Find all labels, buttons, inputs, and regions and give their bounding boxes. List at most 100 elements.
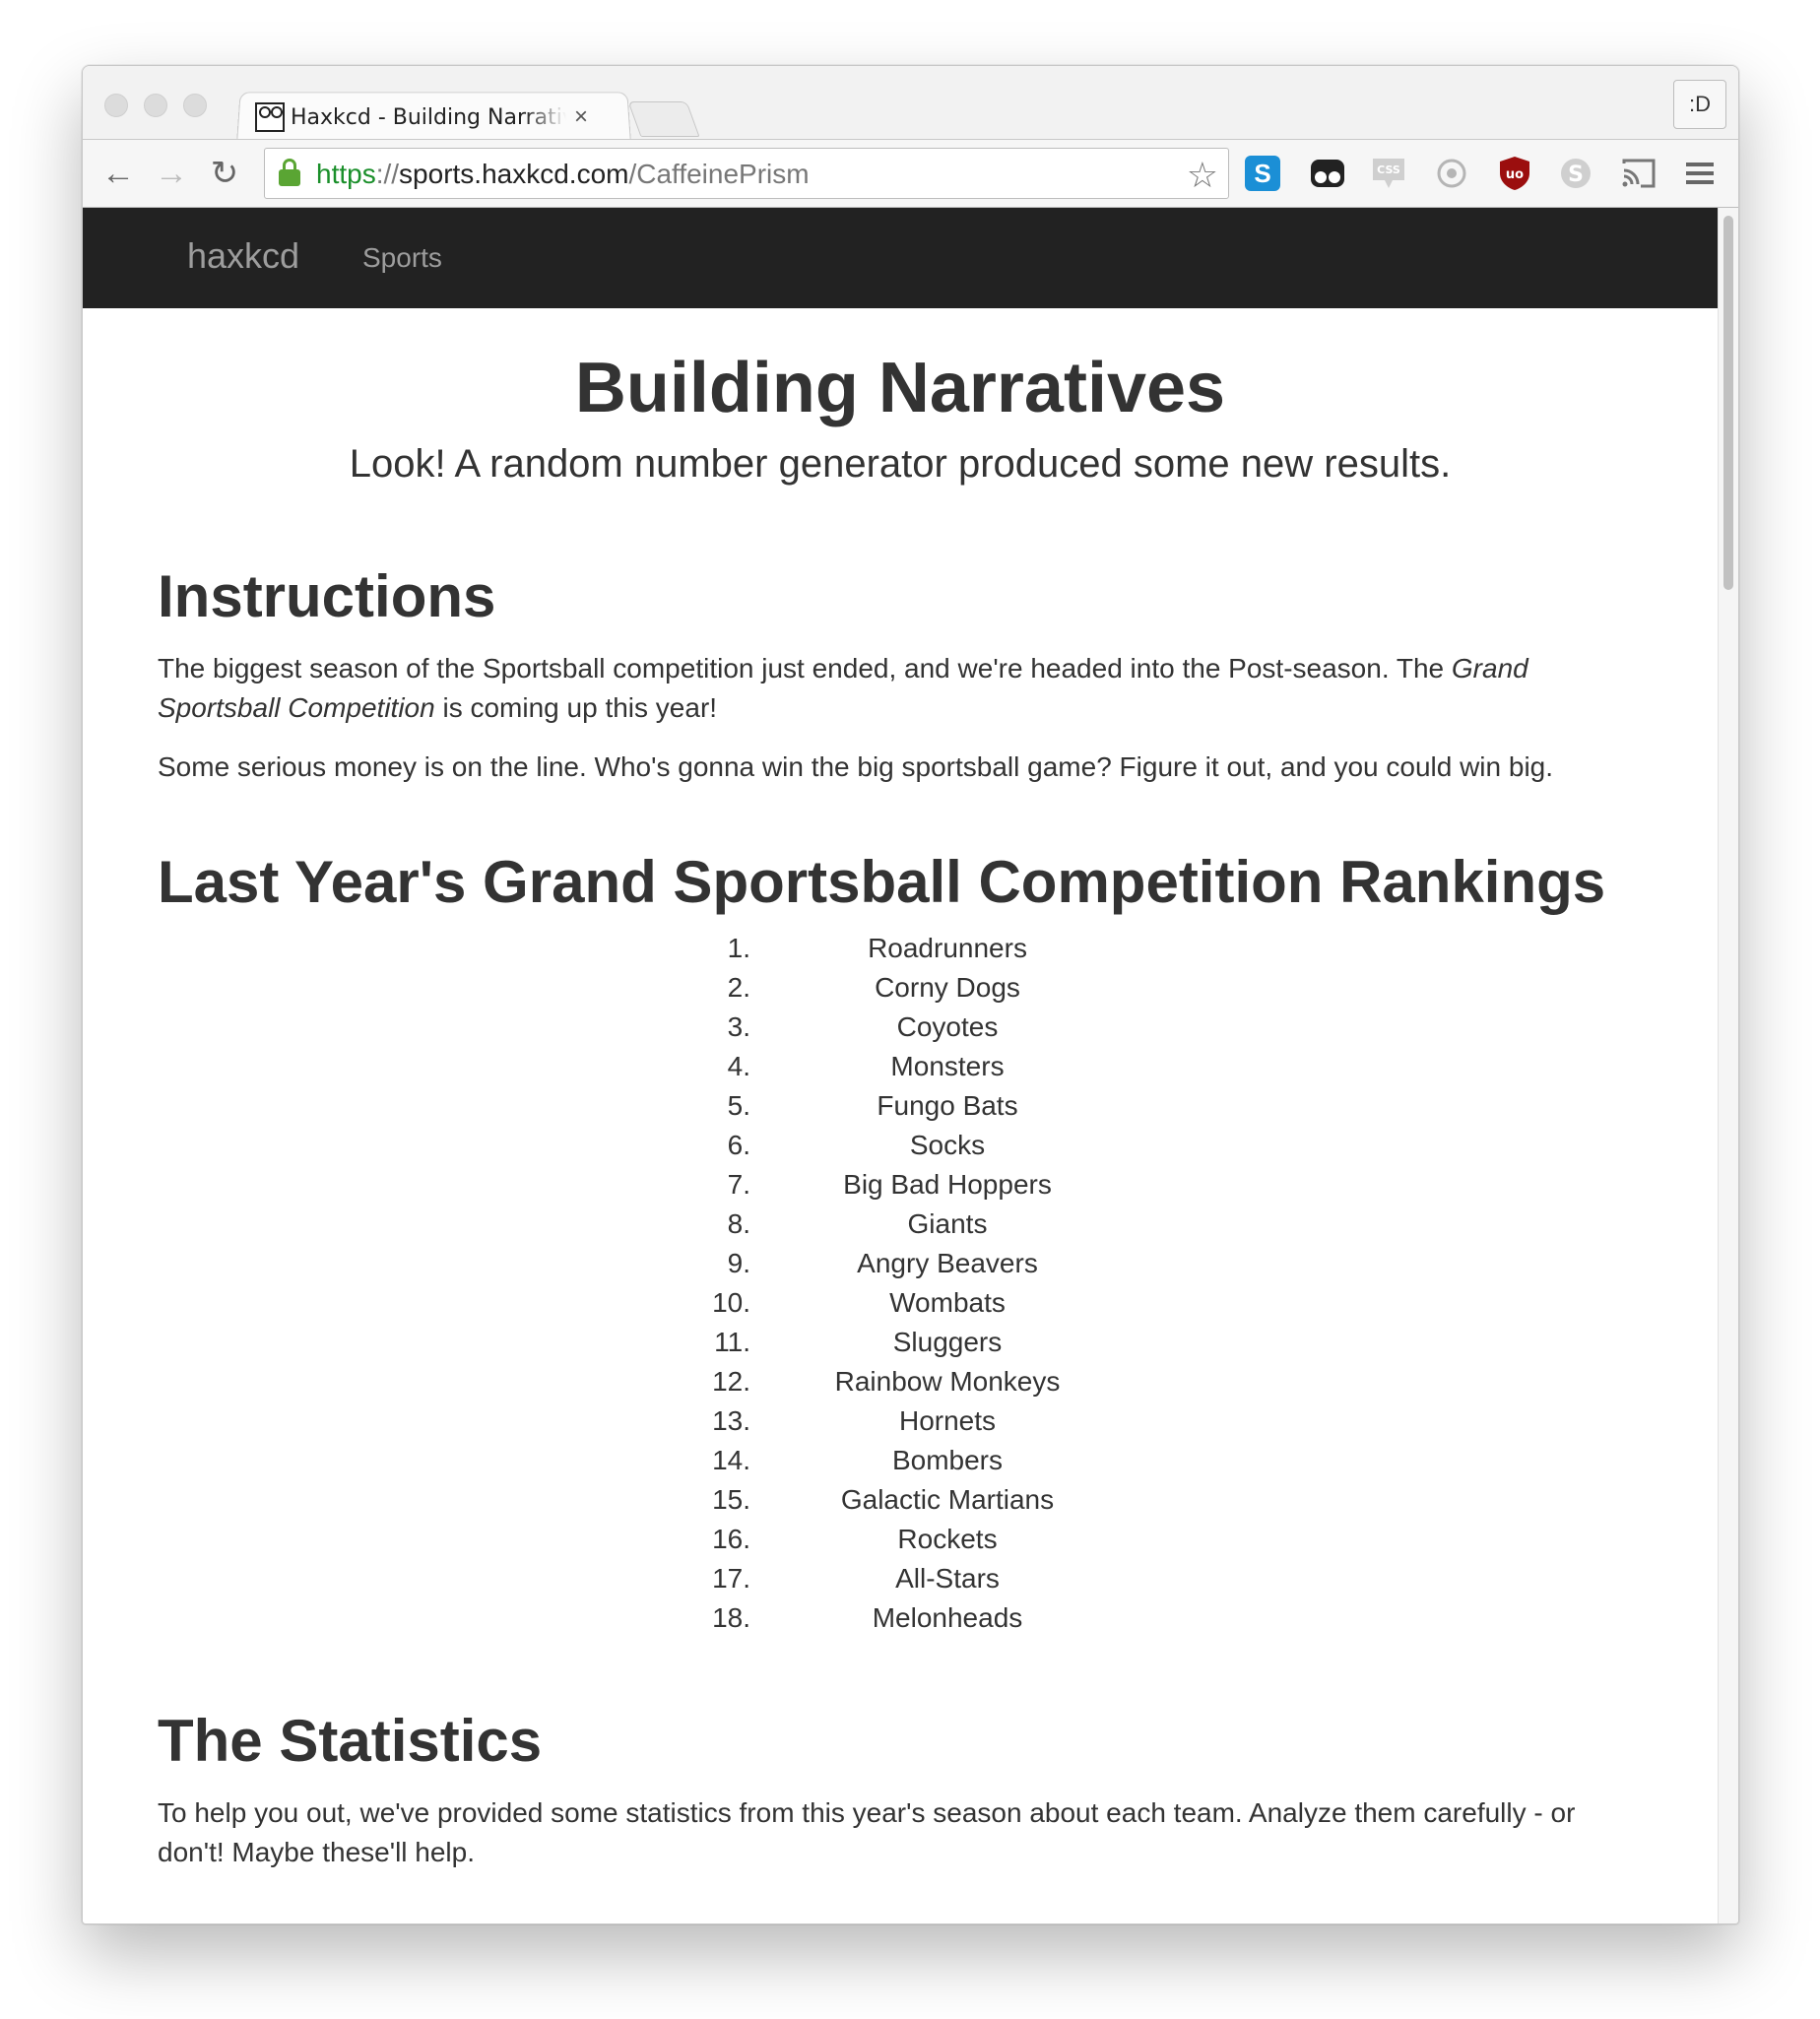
- team-name: Roadrunners: [868, 933, 1027, 964]
- team-name: Sluggers: [892, 1327, 1003, 1358]
- skype-s-icon[interactable]: S: [1245, 156, 1280, 191]
- forward-icon[interactable]: →: [152, 154, 191, 193]
- page-lead: Look! A random number generator produced…: [349, 442, 1452, 487]
- team-name: Monsters: [890, 1051, 1005, 1082]
- url-host: sports.haxkcd.com: [399, 159, 629, 189]
- rank-number: 18.: [712, 1602, 750, 1634]
- table-row: 11. Sluggers: [656, 1323, 1144, 1362]
- rank-number: 7.: [727, 1169, 750, 1201]
- menu-icon[interactable]: [1680, 154, 1720, 193]
- rank-number: 6.: [727, 1130, 750, 1161]
- svg-text:S: S: [1568, 163, 1584, 187]
- table-row: 15. Galactic Martians: [656, 1480, 1144, 1520]
- team-name: Fungo Bats: [877, 1090, 1018, 1122]
- profile-button[interactable]: :D: [1673, 80, 1726, 129]
- tab-title: Haxkcd - Building Narratives: [291, 104, 566, 130]
- team-name: Giants: [907, 1208, 988, 1240]
- cast-icon[interactable]: [1619, 154, 1658, 193]
- table-row: 13. Hornets: [656, 1401, 1144, 1441]
- team-name: Bombers: [891, 1445, 1004, 1476]
- rank-number: 3.: [727, 1011, 750, 1043]
- zoom-window-button[interactable]: [183, 94, 207, 117]
- table-row: 18. Melonheads: [656, 1598, 1144, 1638]
- scrollbar-thumb[interactable]: [1723, 216, 1733, 590]
- browser-window: Haxkcd - Building Narratives × :D ← → ↻ …: [82, 65, 1739, 1924]
- team-name: Coyotes: [896, 1011, 999, 1043]
- back-icon[interactable]: ←: [98, 154, 138, 193]
- tab-close-icon[interactable]: ×: [574, 103, 588, 131]
- tab-strip: Haxkcd - Building Narratives × :D: [83, 66, 1738, 141]
- active-tab-content[interactable]: Haxkcd - Building Narratives ×: [255, 98, 619, 137]
- team-name: Hornets: [898, 1405, 997, 1437]
- instructions-text: The biggest season of the Sportsball com…: [158, 653, 1452, 684]
- lock-icon: [279, 159, 300, 186]
- team-name: Rainbow Monkeys: [834, 1366, 1061, 1398]
- rank-number: 14.: [712, 1445, 750, 1476]
- table-row: 17. All-Stars: [656, 1559, 1144, 1598]
- table-row: 4. Monsters: [656, 1047, 1144, 1086]
- main-content: Building Narratives Look! A random numbe…: [83, 308, 1718, 1872]
- rank-number: 15.: [712, 1484, 750, 1516]
- url-scheme: https: [316, 159, 376, 189]
- team-name: Corny Dogs: [875, 972, 1020, 1004]
- rank-number: 12.: [712, 1366, 750, 1398]
- svg-text:uo: uo: [1506, 167, 1524, 182]
- team-name: All-Stars: [895, 1563, 1000, 1595]
- instructions-paragraph-1: The biggest season of the Sportsball com…: [158, 649, 1643, 728]
- table-row: 14. Bombers: [656, 1441, 1144, 1480]
- url-separator: ://: [375, 159, 400, 189]
- close-window-button[interactable]: [104, 94, 128, 117]
- browser-toolbar: ← → ↻ https://sports.haxkcd.com/Caffeine…: [83, 139, 1738, 208]
- rankings-heading: Last Year's Grand Sportsball Competition…: [158, 849, 1606, 916]
- statistics-paragraph: To help you out, we've provided some sta…: [158, 1797, 1576, 1868]
- haxkcd-favicon-icon: [255, 102, 285, 132]
- address-bar[interactable]: https://sports.haxkcd.com/CaffeinePrism …: [264, 148, 1229, 199]
- rank-number: 10.: [712, 1287, 750, 1319]
- ublock-icon[interactable]: uo: [1495, 154, 1534, 193]
- table-row: 7. Big Bad Hoppers: [656, 1165, 1144, 1205]
- new-tab-button[interactable]: [627, 101, 700, 137]
- vertical-scrollbar[interactable]: [1718, 208, 1738, 1923]
- team-name: Rockets: [897, 1524, 998, 1555]
- reload-icon[interactable]: ↻: [205, 154, 244, 193]
- navbar-link-sports[interactable]: Sports: [362, 242, 442, 274]
- ghostery-icon[interactable]: [1308, 154, 1347, 193]
- css-icon[interactable]: CSS: [1369, 154, 1408, 193]
- table-row: 16. Rockets: [656, 1520, 1144, 1559]
- rank-number: 2.: [727, 972, 750, 1004]
- instructions-paragraph-2: Some serious money is on the line. Who's…: [158, 751, 1554, 783]
- rank-number: 17.: [712, 1563, 750, 1595]
- rank-number: 9.: [727, 1248, 750, 1279]
- navbar-brand-link[interactable]: haxkcd: [187, 235, 299, 277]
- team-name: Melonheads: [872, 1602, 1023, 1634]
- star-icon[interactable]: ☆: [1187, 155, 1218, 196]
- rank-number: 8.: [727, 1208, 750, 1240]
- team-name: Big Bad Hoppers: [843, 1169, 1052, 1201]
- table-row: 8. Giants: [656, 1205, 1144, 1244]
- rank-number: 16.: [712, 1524, 750, 1555]
- rankings-table: 1. Roadrunners 2. Corny Dogs 3. Coyotes 4. Mons…: [656, 929, 1144, 1638]
- table-row: 5. Fungo Bats: [656, 1086, 1144, 1126]
- rank-number: 4.: [727, 1051, 750, 1082]
- instructions-heading: Instructions: [158, 563, 496, 630]
- team-name: Wombats: [889, 1287, 1006, 1319]
- circle-ext-icon[interactable]: [1432, 154, 1471, 193]
- skype-icon[interactable]: S: [1556, 154, 1595, 193]
- table-row: 9. Angry Beavers: [656, 1244, 1144, 1283]
- team-name: Socks: [909, 1130, 986, 1161]
- statistics-heading: The Statistics: [158, 1708, 543, 1775]
- instructions-text-end: is coming up this year!: [434, 692, 718, 724]
- table-row: 12. Rainbow Monkeys: [656, 1362, 1144, 1401]
- table-row: 3. Coyotes: [656, 1008, 1144, 1047]
- site-navbar: haxkcd Sports: [83, 208, 1718, 308]
- jumbotron: Building Narratives Look! A random numbe…: [158, 308, 1643, 484]
- rank-number: 13.: [712, 1405, 750, 1437]
- team-name: Galactic Martians: [840, 1484, 1055, 1516]
- table-row: 10. Wombats: [656, 1283, 1144, 1323]
- page-title: Building Narratives: [574, 349, 1226, 427]
- minimize-window-button[interactable]: [144, 94, 167, 117]
- rank-number: 11.: [714, 1327, 750, 1358]
- table-row: 1. Roadrunners: [656, 929, 1144, 968]
- url-text[interactable]: https://sports.haxkcd.com/CaffeinePrism: [316, 159, 810, 190]
- table-row: 2. Corny Dogs: [656, 968, 1144, 1008]
